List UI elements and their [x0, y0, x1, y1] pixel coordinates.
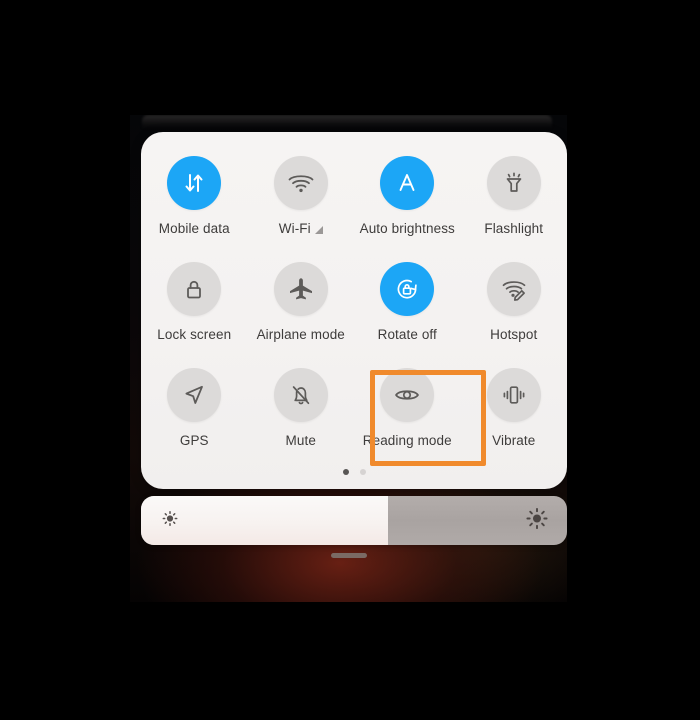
reading-mode-label: Reading mode	[362, 433, 452, 448]
quick-tile-mobile-data[interactable]: Mobile data	[141, 150, 248, 256]
mobile-data-tile-circle[interactable]	[167, 156, 222, 210]
brightness-slider[interactable]	[141, 496, 567, 545]
page-indicator[interactable]	[141, 469, 567, 475]
airplane-icon	[289, 278, 312, 300]
airplane-mode-tile-circle[interactable]	[273, 262, 328, 316]
phone-screen: Mobile data Wi-Fi Auto brightness Flashl…	[130, 115, 567, 602]
mobile-data-icon	[185, 174, 203, 192]
lock-screen-label: Lock screen	[157, 327, 232, 342]
quick-tile-mute[interactable]: Mute	[248, 362, 355, 468]
wifi-tile-circle[interactable]	[273, 156, 328, 210]
quick-settings-panel: Mobile data Wi-Fi Auto brightness Flashl…	[141, 132, 567, 489]
quick-tile-label: Flashlight	[484, 221, 543, 236]
hotspot-dot	[511, 293, 515, 297]
hotspot-tile-circle[interactable]	[486, 262, 541, 316]
quick-tile-label: Lock screen	[157, 327, 231, 342]
quick-tile-label: GPS	[180, 433, 209, 448]
signal-triangle-icon	[314, 225, 323, 234]
auto-brightness-icon	[399, 174, 415, 191]
lock-screen-tile-circle[interactable]	[167, 262, 222, 316]
quick-tile-label: Airplane mode	[257, 327, 345, 342]
quick-tile-label: Wi-Fi	[279, 221, 323, 236]
quick-tile-auto-brightness[interactable]: Auto brightness	[354, 150, 461, 256]
navigation-arrow-icon	[185, 385, 204, 404]
partially-visible-panel-above	[142, 115, 552, 129]
gps-tile-circle[interactable]	[167, 368, 222, 422]
mobile-data-label: Mobile data	[158, 221, 230, 236]
hotspot-label: Hotspot	[490, 327, 538, 342]
quick-tile-airplane-mode[interactable]: Airplane mode	[248, 256, 355, 362]
hotspot-icon	[502, 281, 526, 301]
lock-icon	[187, 280, 202, 299]
quick-tile-lock-screen[interactable]: Lock screen	[141, 256, 248, 362]
reading-mode-tile-circle[interactable]	[380, 368, 435, 422]
quick-tile-flashlight[interactable]: Flashlight	[461, 150, 568, 256]
quick-tile-label: Hotspot	[490, 327, 537, 342]
auto-brightness-tile-circle[interactable]	[380, 156, 435, 210]
mute-label: Mute	[285, 433, 316, 448]
vibrate-icon	[503, 386, 525, 404]
eye-icon	[395, 390, 420, 400]
quick-tile-reading-mode[interactable]: Reading mode	[354, 362, 461, 468]
quick-tile-label: Mobile data	[159, 221, 230, 236]
quick-tile-gps[interactable]: GPS	[141, 362, 248, 468]
screenshot-root: Mobile data Wi-Fi Auto brightness Flashl…	[0, 0, 700, 720]
home-indicator-bar[interactable]	[330, 553, 367, 558]
quick-tile-label: Rotate off	[378, 327, 437, 342]
rotate-off-label: Rotate off	[377, 327, 437, 342]
quick-tile-hotspot[interactable]: Hotspot	[461, 256, 568, 362]
quick-settings-grid: Mobile data Wi-Fi Auto brightness Flashl…	[141, 150, 567, 468]
quick-tile-label: Auto brightness	[360, 221, 455, 236]
quick-tile-vibrate[interactable]: Vibrate	[461, 362, 568, 468]
wifi-icon	[288, 175, 314, 193]
quick-tile-wifi[interactable]: Wi-Fi	[248, 150, 355, 256]
mute-tile-circle[interactable]	[273, 368, 328, 422]
page-dot-2[interactable]	[359, 469, 366, 475]
vibrate-tile-circle[interactable]	[486, 368, 541, 422]
page-dot-1[interactable]	[342, 469, 349, 475]
vibrate-label: Vibrate	[492, 433, 536, 448]
brightness-high-icon	[525, 506, 549, 535]
rotate-off-tile-circle[interactable]	[380, 262, 435, 316]
gps-label: GPS	[179, 433, 209, 448]
auto-brightness-label: Auto brightness	[359, 221, 455, 236]
quick-tile-rotate-off[interactable]: Rotate off	[354, 256, 461, 362]
wifi-dot	[299, 188, 303, 193]
flashlight-icon	[506, 172, 522, 192]
bell-slash-icon	[292, 386, 309, 405]
flashlight-label: Flashlight	[484, 221, 544, 236]
brightness-low-icon	[160, 508, 180, 533]
airplane-mode-label: Airplane mode	[256, 327, 345, 342]
quick-tile-label: Mute	[286, 433, 316, 448]
quick-tile-label: Reading mode	[363, 433, 452, 448]
quick-tile-label: Vibrate	[492, 433, 535, 448]
wifi-label: Wi-Fi	[278, 221, 311, 236]
rotate-lock-icon	[397, 279, 417, 299]
flashlight-tile-circle[interactable]	[486, 156, 541, 210]
